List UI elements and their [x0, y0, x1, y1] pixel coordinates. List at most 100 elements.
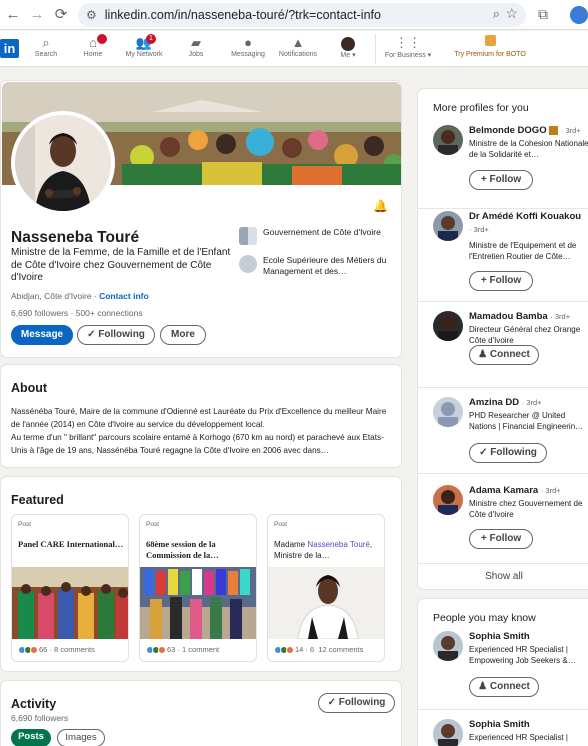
address-bar[interactable]: ⚙ linkedin.com/in/nasseneba-touré/?trk=c… [78, 3, 526, 27]
message-icon: ● [244, 35, 252, 50]
profile-photo[interactable] [11, 111, 115, 215]
contact-info-link[interactable]: Contact info [99, 291, 149, 301]
network-badge: 1 [146, 34, 156, 44]
premium-icon [484, 35, 496, 46]
browser-toolbar: ← → ⟳ ⚙ linkedin.com/in/nasseneba-touré/… [0, 0, 588, 30]
browser-profile-avatar[interactable] [570, 6, 588, 24]
show-all-link[interactable]: Show all [418, 571, 588, 582]
zoom-icon[interactable]: ⌕ [493, 6, 500, 22]
reload-icon[interactable]: ⟳ [50, 0, 72, 30]
premium-icon [549, 125, 559, 135]
person-name[interactable]: Belmonde DOGO [469, 125, 547, 136]
activity-card: Activity 6,690 followers ✓ Following Pos… [0, 680, 402, 746]
nav-jobs[interactable]: ▰ Jobs [183, 35, 209, 58]
network-icon: 👥 [135, 35, 153, 50]
org-education[interactable]: Ecole Supérieure des Métiers du Manageme… [239, 255, 388, 276]
featured-post-2[interactable]: Post 68ème session de la Commission de l… [139, 514, 257, 662]
more-button[interactable]: More [160, 325, 206, 345]
tab-images[interactable]: Images [57, 729, 105, 746]
person-headline: Ministre de l'Equipement et de l'Entreti… [469, 241, 577, 261]
connect-button[interactable]: ♟ Connect [469, 345, 539, 365]
avatar[interactable] [433, 719, 463, 746]
nav-divider [375, 34, 376, 64]
person-name[interactable]: Adama Kamara [469, 485, 538, 496]
nav-for-business[interactable]: ⋮⋮ For Business ▾ [382, 35, 434, 59]
nav-my-network[interactable]: 👥 1 My Network [122, 34, 166, 58]
following-button[interactable]: ✓ Following [77, 325, 155, 345]
message-button[interactable]: Message [11, 325, 73, 345]
add-person-icon: ♟ [478, 681, 488, 692]
person-name[interactable]: Amzina DD [469, 397, 519, 408]
person-headline: Experienced HR Specialist | Empowering J… [469, 645, 576, 665]
back-icon[interactable]: ← [2, 0, 24, 30]
profile-suggestion-4[interactable]: Amzina DD · 3rd+ PHD Researcher @ United… [433, 397, 588, 467]
divider [418, 387, 588, 388]
extensions-icon[interactable]: ⧉ [538, 6, 548, 23]
person-name[interactable]: Sophia Smith [469, 719, 530, 730]
avatar[interactable] [433, 311, 463, 341]
nav-home[interactable]: ⌂ Home [80, 34, 107, 58]
featured-post-3-reactions[interactable]: 14 · 6 12 comments [274, 645, 363, 654]
pymk-suggestion-1[interactable]: Sophia Smith Experienced HR Specialist |… [433, 631, 588, 701]
follow-button[interactable]: + Follow [469, 170, 533, 190]
about-text: Nassénéba Touré, Maire de la commune d'O… [11, 407, 387, 455]
avatar[interactable] [433, 125, 463, 155]
try-premium-link[interactable]: Try Premium for BOTO [440, 35, 540, 58]
divider [418, 301, 588, 302]
linkedin-logo[interactable]: in [0, 39, 19, 58]
divider [418, 473, 588, 474]
school-logo-icon [239, 255, 257, 273]
forward-icon[interactable]: → [26, 0, 48, 30]
connect-button[interactable]: ♟ Connect [469, 677, 539, 697]
divider [418, 563, 588, 564]
person-name[interactable]: Sophia Smith [469, 631, 530, 642]
grid-icon: ⋮⋮ [395, 35, 421, 50]
nav-me[interactable]: Me ▾ [334, 35, 362, 59]
search-icon: ⌕ [42, 35, 50, 50]
follow-button[interactable]: + Follow [469, 271, 533, 291]
profile-suggestion-3[interactable]: Mamadou Bamba · 3rd+ Directeur Général c… [433, 311, 588, 381]
featured-post-1-reactions[interactable]: 66 · 8 comments [18, 645, 95, 654]
profile-stats[interactable]: 6,690 followers · 500+ connections [11, 308, 143, 318]
activity-following-button[interactable]: ✓ Following [318, 693, 395, 713]
person-headline: Ministre chez Gouvernement de Côte d'Ivo… [469, 499, 583, 519]
featured-title: Featured [11, 493, 64, 507]
mention-link[interactable]: Nasseneba Touré [307, 540, 370, 549]
site-info-icon[interactable]: ⚙ [86, 8, 97, 22]
featured-post-3[interactable]: Post Madame Nasseneba Touré, Ministre de… [267, 514, 385, 662]
follow-button[interactable]: + Follow [469, 529, 533, 549]
profile-suggestion-2[interactable]: Dr Amédé Koffi Kouakou · 3rd+ Ministre d… [433, 211, 588, 291]
more-profiles-title: More profiles for you [433, 102, 529, 114]
following-button[interactable]: ✓ Following [469, 443, 547, 463]
person-headline: Ministre de la Cohesion Nationale , de l… [469, 139, 588, 159]
tab-posts[interactable]: Posts [11, 729, 51, 746]
featured-post-3-image [268, 567, 384, 639]
profile-suggestion-5[interactable]: Adama Kamara · 3rd+ Ministre chez Gouver… [433, 485, 588, 555]
featured-post-2-reactions[interactable]: 63 · 1 comment [146, 645, 219, 654]
person-headline: Experienced HR Specialist | [469, 733, 569, 742]
person-headline: PHD Researcher @ United Nations | Financ… [469, 411, 584, 431]
nav-notifications[interactable]: ▲ Notifications [276, 35, 320, 58]
avatar[interactable] [433, 397, 463, 427]
url-text: linkedin.com/in/nasseneba-touré/?trk=con… [104, 8, 381, 22]
person-name[interactable]: Mamadou Bamba [469, 311, 548, 322]
reaction-icons [146, 645, 166, 654]
avatar[interactable] [433, 485, 463, 515]
person-name[interactable]: Dr Amédé Koffi Kouakou [469, 211, 581, 222]
avatar[interactable] [433, 631, 463, 661]
profile-suggestion-1[interactable]: Belmonde DOGO · 3rd+ Ministre de la Cohe… [433, 125, 588, 205]
pymk-title: People you may know [433, 612, 536, 624]
divider [418, 208, 588, 209]
featured-post-1[interactable]: Post Panel CARE International… 66 · 8 co… [11, 514, 129, 662]
featured-card: Featured Post Panel CARE International… … [0, 476, 402, 672]
bookmark-star-icon[interactable]: ☆ [505, 5, 518, 22]
notify-bell-icon[interactable]: 🔔 [373, 199, 388, 213]
nav-messaging[interactable]: ● Messaging [228, 35, 268, 58]
profile-location-line: Abidjan, Côte d'Ivoire · Contact info [11, 291, 149, 301]
profile-top-card: 🔔 Nasseneba Touré Ministre de la Femme, … [0, 80, 402, 358]
profile-headline: Ministre de la Femme, de la Famille et d… [11, 247, 231, 283]
pymk-suggestion-2[interactable]: Sophia Smith Experienced HR Specialist | [433, 719, 588, 746]
avatar[interactable] [433, 211, 463, 241]
org-current-company[interactable]: Gouvernement de Côte d'Ivoire [239, 227, 388, 245]
nav-search[interactable]: ⌕ Search [33, 35, 59, 58]
